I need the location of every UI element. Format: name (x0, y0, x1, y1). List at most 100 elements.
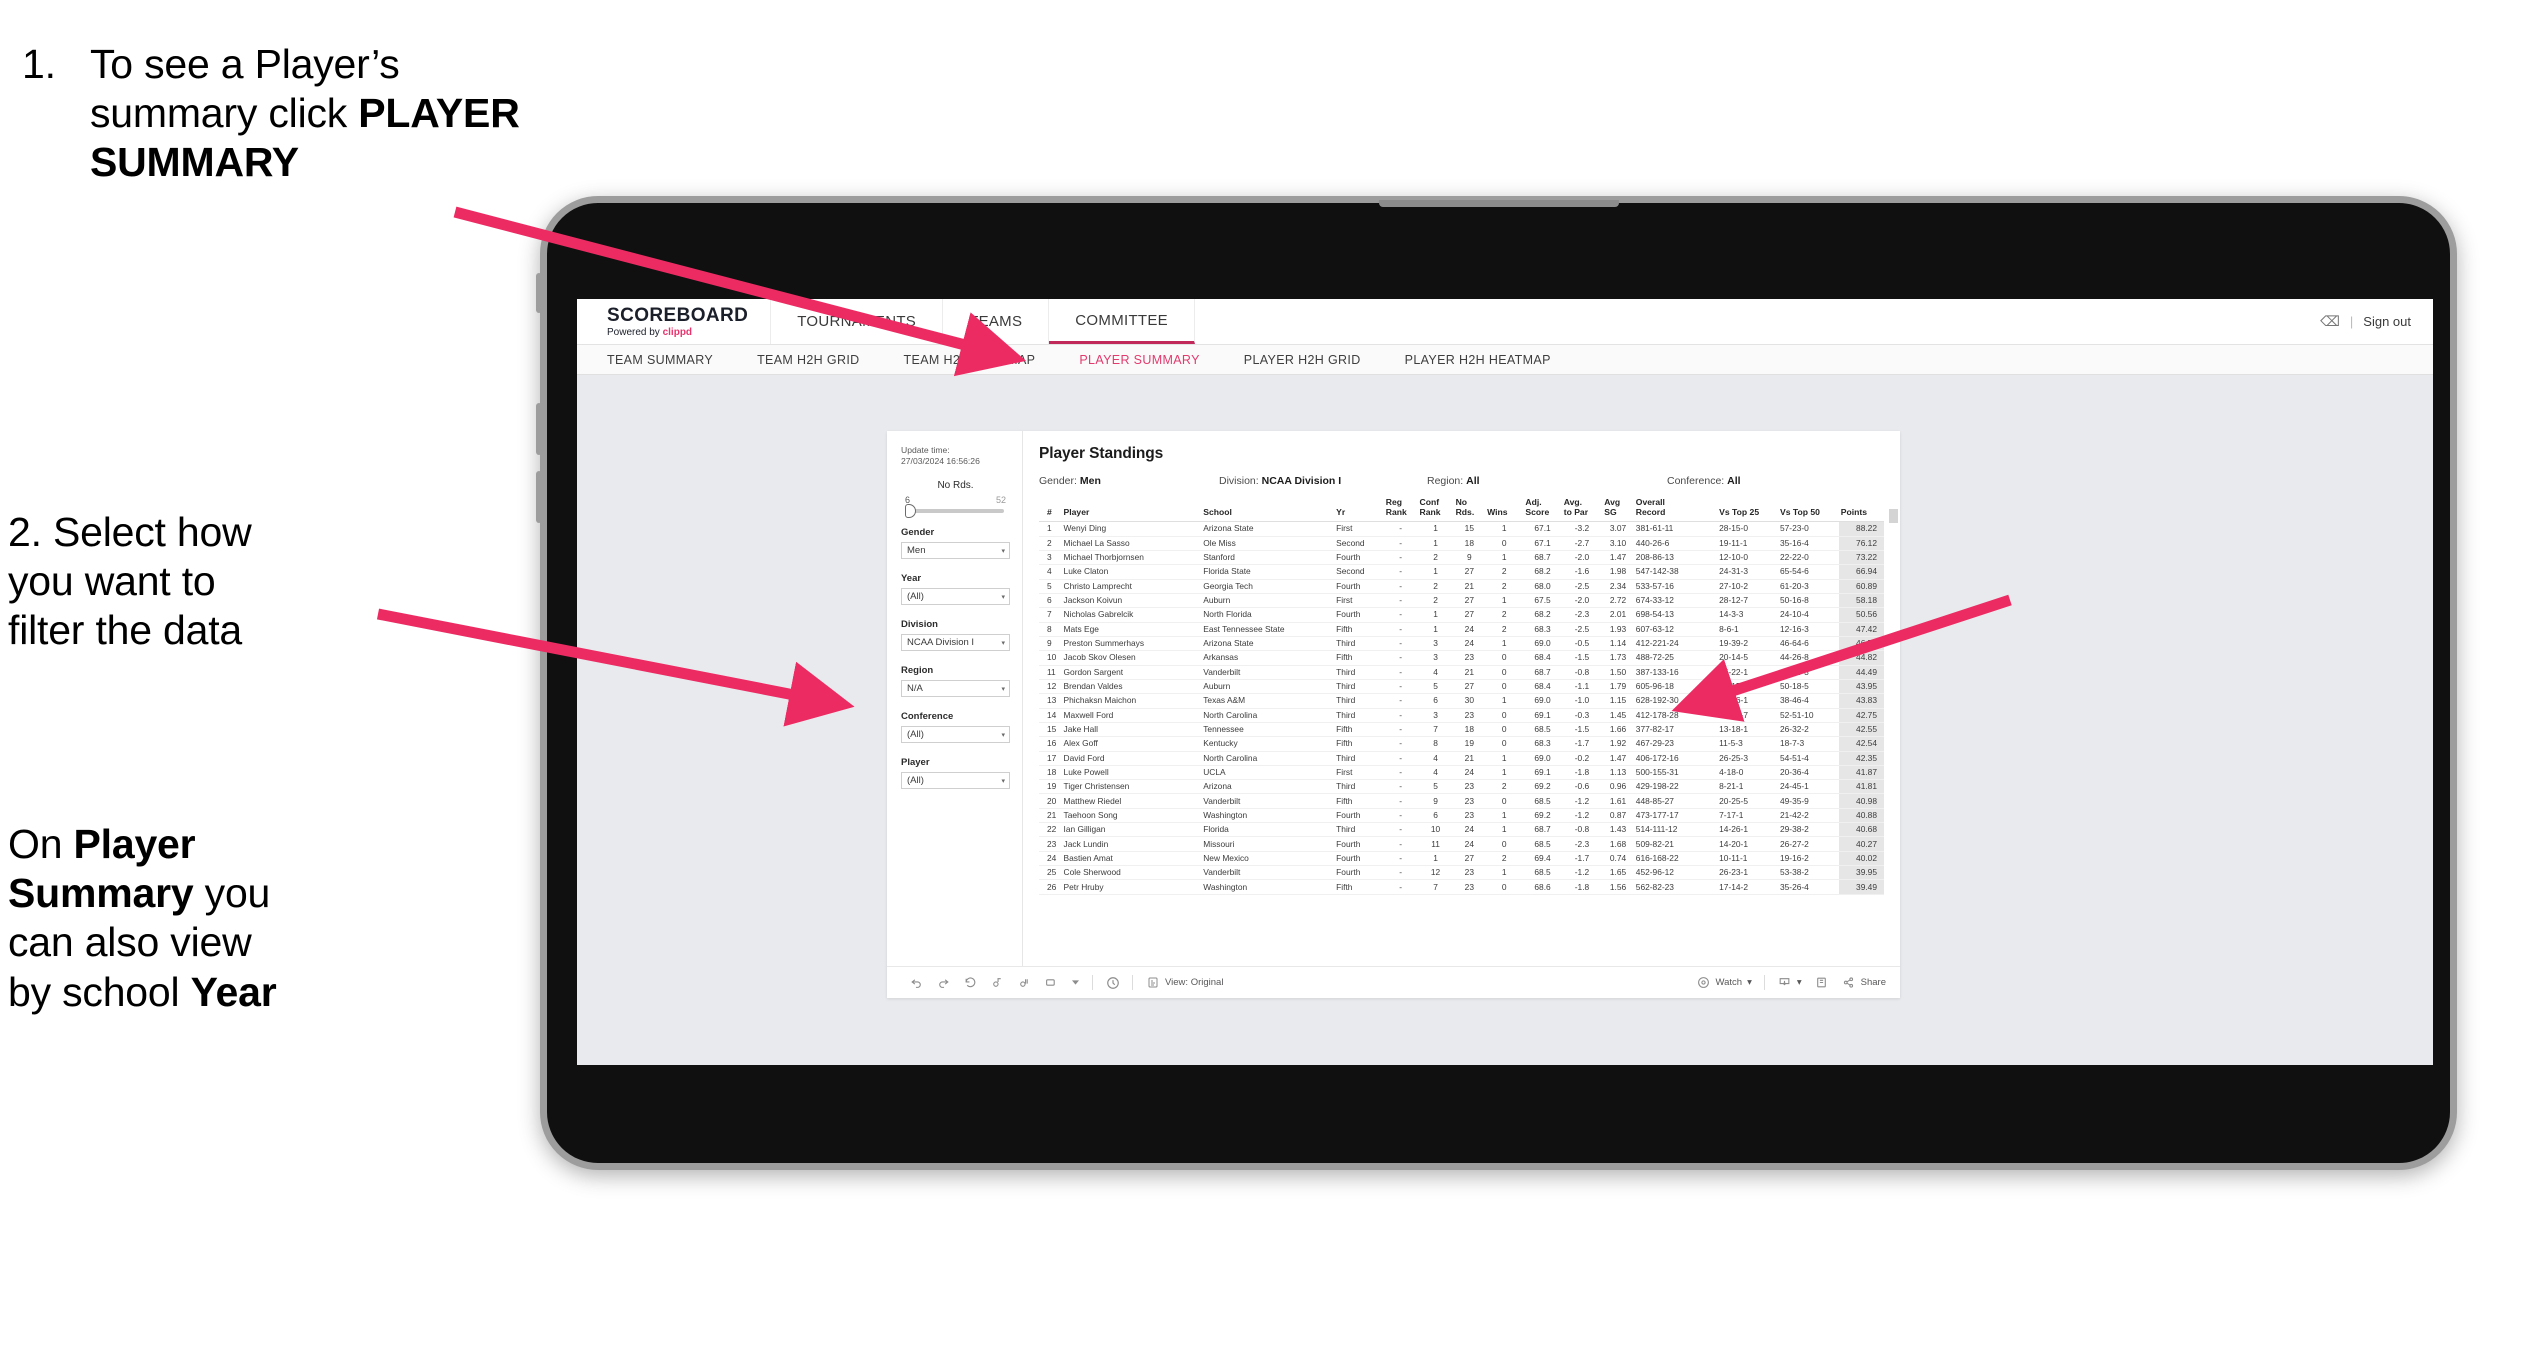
table-row[interactable]: 7 Nicholas Gabrelcik North Florida Fourth -1… (1039, 607, 1884, 623)
watch-button[interactable]: Watch ▾ (1696, 975, 1752, 990)
table-row[interactable]: 16 Alex Goff Kentucky Fifth -8 19 0 68.3 -1.7 1.9… (1039, 736, 1884, 752)
table-row[interactable]: 15 Jake Hall Tennessee Fifth -7 18 0 68.5 -1.5 1.… (1039, 722, 1884, 738)
share-button[interactable]: Share (1841, 975, 1886, 990)
nav-committee[interactable]: COMMITTEE (1049, 299, 1195, 344)
volume-up-button[interactable] (536, 403, 542, 455)
tab-player-summary[interactable]: PLAYER SUMMARY (1079, 353, 1199, 367)
table-row[interactable]: 22 Ian Gilligan Florida Third -10 24 1 68.7 -0.8… (1039, 822, 1884, 838)
header-col-vs-top-50[interactable]: Vs Top 50 (1777, 495, 1839, 523)
tab-team-summary[interactable]: TEAM SUMMARY (607, 353, 713, 367)
view-original-button[interactable]: View: Original (1145, 975, 1223, 990)
table-row[interactable]: 24 Bastien Amat New Mexico Fourth -1 27 2 69.4-… (1039, 851, 1884, 867)
player-select[interactable]: (All) ▾ (901, 772, 1010, 790)
cell-col-vs-top-25: 10-11-1 (1717, 851, 1778, 867)
table-row[interactable]: 12 Brendan Valdes Auburn Third -5 27 0 68.4 -1.1… (1039, 679, 1884, 695)
cell-col-overall-record: 452-96-12 (1633, 865, 1718, 881)
chevron-down-icon: ▾ (1001, 685, 1005, 693)
cell-col-rank: 21 (1039, 808, 1062, 824)
table-row[interactable]: 13 Phichaksn Maichon Texas A&M Third -6 30 1 69… (1039, 693, 1884, 709)
tab-player-h2h-grid[interactable]: PLAYER H2H GRID (1244, 353, 1361, 367)
header-col-rank[interactable]: # (1039, 495, 1062, 523)
table-row[interactable]: 17 David Ford North Carolina Third -4 21 1 69.0… (1039, 751, 1884, 766)
header-col-school[interactable]: School (1201, 495, 1335, 523)
download-button[interactable]: ▾ (1777, 975, 1802, 990)
cell-col-adj-score: 68.5 (1523, 836, 1562, 852)
cell-col-wins: 1 (1485, 593, 1524, 609)
share-label: Share (1860, 977, 1886, 988)
tab-player-h2h-heatmap[interactable]: PLAYER H2H HEATMAP (1405, 353, 1551, 367)
table-row[interactable]: 14 Maxwell Ford North Carolina Third -3 23 0 69… (1039, 708, 1884, 723)
table-row[interactable]: 9 Preston Summerhays Arizona State Third -3 2… (1039, 636, 1884, 652)
header-col-points[interactable]: Points (1838, 495, 1884, 523)
cell-col-adj-score: 68.0 (1523, 579, 1562, 594)
conference-select[interactable]: (All) ▾ (901, 726, 1010, 744)
header-col-wins[interactable]: Wins (1485, 495, 1524, 523)
table-scrollbar[interactable] (1889, 509, 1898, 523)
fullscreen-icon[interactable] (1814, 975, 1829, 990)
cell-col-no-rds: 24 (1453, 822, 1486, 838)
cell-col-points: 41.87 (1838, 765, 1884, 781)
table-row[interactable]: 3 Michael Thorbjornsen Stanford Fourth -2 9 1 6… (1039, 550, 1884, 566)
header-col-vs-top-25[interactable]: Vs Top 25 (1717, 495, 1778, 523)
tab-team-h2h-heatmap[interactable]: TEAM H2H HEATMAP (904, 353, 1036, 367)
year-select[interactable]: (All) ▾ (901, 588, 1010, 606)
gender-select[interactable]: Men ▾ (901, 542, 1010, 560)
tab-team-h2h-grid[interactable]: TEAM H2H GRID (757, 353, 859, 367)
undo-icon[interactable] (909, 975, 924, 990)
device-layout-icon[interactable] (1044, 975, 1059, 990)
table-row[interactable]: 20 Matthew Riedel Vanderbilt Fifth -9 23 0 68.5… (1039, 793, 1884, 809)
no-rds-slider-handle[interactable] (905, 504, 916, 519)
header-col-year[interactable]: Yr (1334, 495, 1384, 523)
cell-col-reg-rank: - (1383, 822, 1418, 838)
table-row[interactable]: 19 Tiger Christensen Arizona Third -5 23 2 69.2… (1039, 779, 1884, 795)
header-col-avg-to-par[interactable]: Avg. to Par (1561, 495, 1603, 523)
table-row[interactable]: 11 Gordon Sargent Vanderbilt Third -4 21 0 68.7… (1039, 665, 1884, 680)
revert-icon[interactable] (963, 975, 978, 990)
table-row[interactable]: 1 Wenyi Ding Arizona State First -1 15 1 67.1 -3… (1039, 521, 1884, 537)
cell-col-adj-score: 68.3 (1523, 736, 1562, 752)
cell-col-reg-rank: - (1383, 679, 1418, 695)
redo-icon[interactable] (936, 975, 951, 990)
table-row[interactable]: 6 Jackson Koivun Auburn First -2 27 1 67.5 -2.0 2… (1039, 593, 1884, 609)
header-col-conf-rank[interactable]: Conf Rank (1417, 495, 1454, 523)
no-rds-slider-track[interactable] (905, 504, 1004, 519)
account-icon[interactable]: ⌫ (2320, 313, 2340, 330)
table-row[interactable]: 10 Jacob Skov Olesen Arkansas Fifth -3 23 0 68.… (1039, 650, 1884, 666)
table-row[interactable]: 26 Petr Hruby Washington Fifth -7 23 0 68.6 -1.8… (1039, 879, 1884, 895)
region-select[interactable]: N/A ▾ (901, 680, 1010, 698)
layout-caret-icon[interactable] (1071, 975, 1080, 990)
pause-updates-icon[interactable] (1017, 975, 1032, 990)
cell-col-vs-top-25: 28-15-0 (1717, 521, 1778, 537)
division-select[interactable]: NCAA Division I ▾ (901, 634, 1010, 652)
table-row[interactable]: 4 Luke Claton Florida State Second -1 27 2 68.2… (1039, 564, 1884, 580)
cell-col-points: 42.75 (1838, 708, 1884, 723)
cell-col-points: 41.81 (1838, 779, 1884, 795)
table-row[interactable]: 23 Jack Lundin Missouri Fourth -11 24 0 68.5 -2.… (1039, 836, 1884, 852)
cell-col-avg-to-par: -1.5 (1561, 650, 1603, 666)
nav-tournaments[interactable]: TOURNAMENTS (771, 299, 944, 344)
clock-history-icon[interactable] (1105, 975, 1120, 990)
table-row[interactable]: 8 Mats Ege East Tennessee State Fifth -1 24 2 6… (1039, 622, 1884, 637)
nav-teams[interactable]: TEAMS (943, 299, 1050, 344)
watch-eye-icon (1696, 975, 1711, 990)
header-col-adj-score[interactable]: Adj. Score (1523, 495, 1562, 523)
cell-col-adj-score: 68.5 (1523, 722, 1562, 738)
sign-out-link[interactable]: Sign out (2363, 314, 2411, 329)
table-row[interactable]: 21 Taehoon Song Washington Fourth -6 23 1 69.2-… (1039, 808, 1884, 824)
power-button[interactable] (536, 273, 542, 313)
table-row[interactable]: 5 Christo Lamprecht Georgia Tech Fourth -2 21… (1039, 579, 1884, 594)
cell-col-conf-rank: 1 (1417, 521, 1454, 537)
header-col-avg-sg[interactable]: Avg SG (1602, 495, 1634, 523)
cell-col-overall-record: 488-72-25 (1633, 650, 1718, 666)
cell-col-vs-top-25: 8-21-1 (1717, 779, 1778, 795)
volume-down-button[interactable] (536, 471, 542, 523)
header-col-reg-rank[interactable]: Reg Rank (1383, 495, 1418, 523)
table-row[interactable]: 25 Cole Sherwood Vanderbilt Fourth -12 23 1 68.… (1039, 865, 1884, 881)
table-row[interactable]: 2 Michael La Sasso Ole Miss Second -1 18 0 67.1… (1039, 536, 1884, 551)
header-col-player[interactable]: Player (1061, 495, 1202, 523)
header-col-overall-record[interactable]: Overall Record (1633, 495, 1718, 523)
refresh-icon[interactable] (990, 975, 1005, 990)
brand-logo[interactable]: SCOREBOARD Powered by clippd (577, 299, 772, 344)
header-col-no-rds[interactable]: No Rds. (1453, 495, 1486, 523)
table-row[interactable]: 18 Luke Powell UCLA First -4 24 1 69.1 -1.8 1.13 5… (1039, 765, 1884, 781)
